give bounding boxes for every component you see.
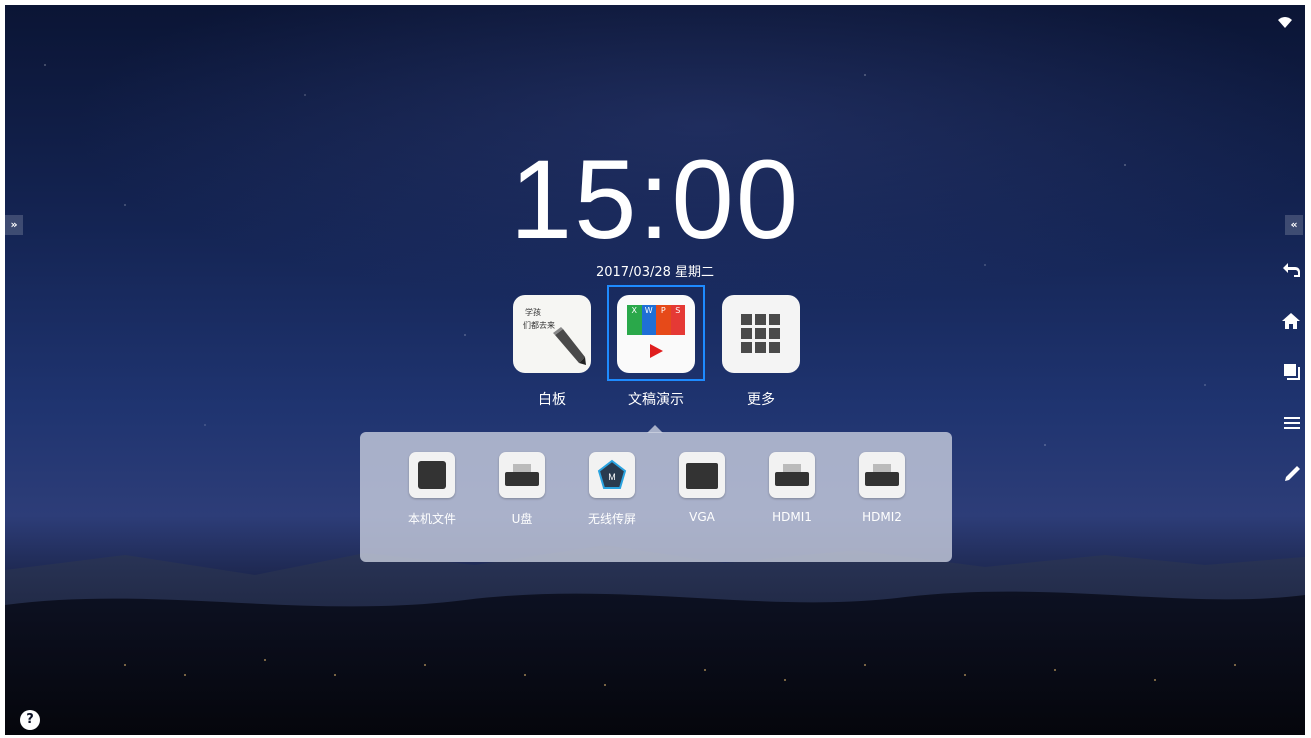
vga-icon (679, 452, 725, 498)
app-presentation[interactable]: X W P S 文稿演示 (616, 295, 696, 409)
app-more[interactable]: 更多 (721, 295, 801, 409)
source-local-files-label: 本机文件 (407, 512, 456, 526)
clock-date: 2017/03/28 星期二 (595, 265, 715, 280)
wireless-cast-icon: M (589, 452, 635, 498)
source-hdmi1-label: HDMI1 (772, 510, 812, 524)
source-vga[interactable]: VGA (667, 452, 737, 524)
clock-time: 15:00 (509, 137, 801, 262)
source-vga-label: VGA (689, 510, 715, 524)
home-icon[interactable] (1281, 312, 1301, 330)
help-button[interactable]: ? (20, 710, 40, 730)
input-source-panel: 本机文件 U盘 M 无线传屏 VGA HDMI1 HDMI2 (360, 432, 952, 562)
source-usb-label: U盘 (511, 512, 533, 526)
hdmi-icon (769, 452, 815, 498)
source-usb[interactable]: U盘 (487, 452, 557, 527)
whiteboard-handwriting-line1: 学孩 (525, 308, 541, 317)
app-whiteboard[interactable]: 学孩 们都去来 白板 (512, 295, 592, 409)
wifi-icon (1278, 17, 1292, 28)
excel-letter: X (627, 305, 642, 335)
play-icon (650, 344, 663, 358)
hdmi-icon (859, 452, 905, 498)
source-wireless-cast[interactable]: M 无线传屏 (577, 452, 647, 527)
whiteboard-icon: 学孩 们都去来 (513, 295, 591, 373)
windows-icon[interactable] (1283, 363, 1301, 381)
pdf-letter: S (670, 305, 685, 335)
presentation-icon: X W P S (617, 295, 695, 373)
source-local-files[interactable]: 本机文件 (397, 452, 467, 527)
word-letter: W (641, 305, 656, 335)
source-wireless-cast-label: 无线传屏 (587, 512, 636, 526)
local-files-icon (409, 452, 455, 498)
pencil-icon (553, 327, 586, 365)
app-whiteboard-label: 白板 (538, 392, 566, 408)
app-presentation-label: 文稿演示 (628, 392, 684, 408)
source-hdmi2[interactable]: HDMI2 (847, 452, 917, 524)
source-hdmi1[interactable]: HDMI1 (757, 452, 827, 524)
usb-drive-icon (499, 452, 545, 498)
ppt-letter: P (656, 305, 671, 335)
app-more-label: 更多 (747, 392, 775, 408)
desktop: » « 15:00 2017/03/28 星期二 学孩 们都去来 白板 X W … (5, 5, 1305, 735)
grid-icon (722, 295, 800, 373)
menu-icon[interactable] (1283, 415, 1301, 431)
svg-text:M: M (608, 472, 616, 482)
pen-icon[interactable] (1283, 465, 1301, 483)
source-hdmi2-label: HDMI2 (862, 510, 902, 524)
